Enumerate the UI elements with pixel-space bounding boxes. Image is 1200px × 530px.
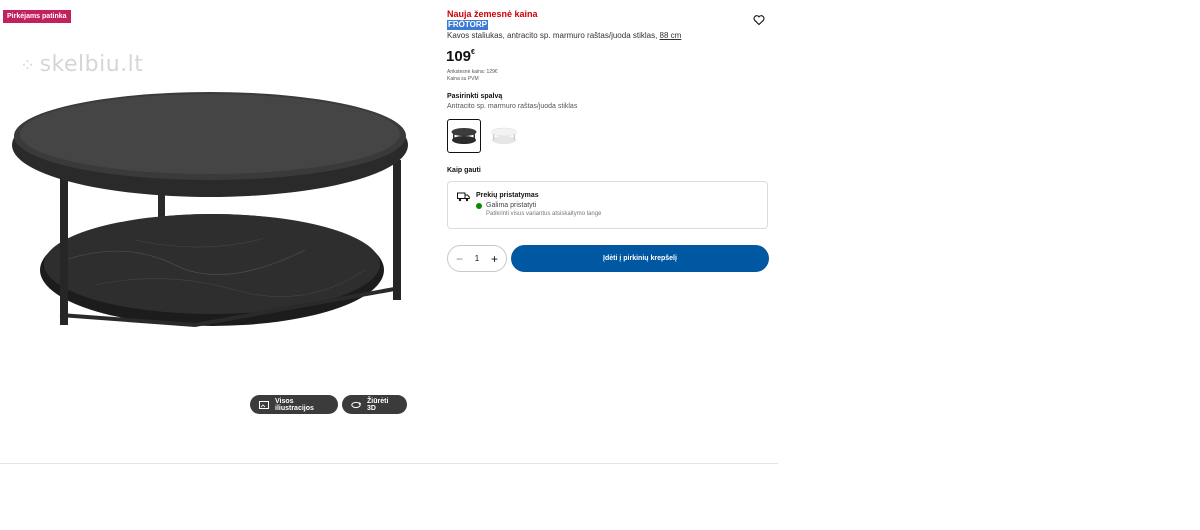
divider [0,463,778,464]
plus-icon[interactable]: + [491,253,498,265]
size-link[interactable]: 88 cm [660,31,682,40]
product-image [12,92,408,328]
minus-icon[interactable]: − [456,253,463,265]
color-swatch-anthracite[interactable] [447,119,481,153]
all-illustrations-label: Visos iliustracijos [275,397,314,412]
swatch-dark-table-icon [451,128,477,144]
add-to-cart-label: Įdėti į pirkinių krepšelį [603,255,677,262]
color-title: Pasirinkti spalvą [447,93,503,100]
price: 109€ [446,48,475,65]
selected-color: Antracito sp. marmuro raštas/juoda stikl… [447,103,578,110]
price-type-label: Nauja žemesnė kaina [447,9,538,19]
popular-badge: Pirkėjams patinka [3,10,71,23]
delivery-option[interactable]: Prekių pristatymas Galima pristatyti Pat… [447,181,768,229]
price-currency: € [471,49,475,56]
vat-note: Kaina su PVM [447,76,479,82]
how-to-get-title: Kaip gauti [447,167,481,174]
watermark-logo-icon: ⁘ [20,55,36,76]
watermark-text: skelbiu.lt [39,52,144,77]
price-main: 109 [446,48,472,65]
all-illustrations-button[interactable]: Visos iliustracijos [250,395,338,414]
image-icon [259,400,269,409]
product-description: Kavos staliukas, antracito sp. marmuro r… [447,31,681,40]
previous-price: Ankstesnė kaina: 129€ [447,69,498,75]
delivery-title: Prekių pristatymas [476,192,539,199]
rotate-3d-icon [351,401,362,409]
delivery-note: Patikrinti visus variantus atsiskaitymo … [486,211,602,217]
color-swatch-white[interactable] [487,119,521,153]
quantity-value: 1 [474,254,480,263]
delivery-status: Galima pristatyti [486,202,537,209]
description-text: Kavos staliukas, antracito sp. marmuro r… [447,31,658,40]
watermark: ⁘ skelbiu.lt [20,52,143,77]
view-3d-button[interactable]: Žiūrėti 3D [342,395,407,414]
heart-icon[interactable] [753,14,765,26]
swatch-white-table-icon [491,127,517,144]
product-name: FRÖTORP [447,20,488,30]
add-to-cart-button[interactable]: Įdėti į pirkinių krepšelį [511,245,769,272]
quantity-stepper[interactable]: − 1 + [447,245,507,272]
truck-icon [457,192,470,202]
view-3d-label: Žiūrėti 3D [367,397,389,412]
availability-dot-icon [476,203,482,209]
